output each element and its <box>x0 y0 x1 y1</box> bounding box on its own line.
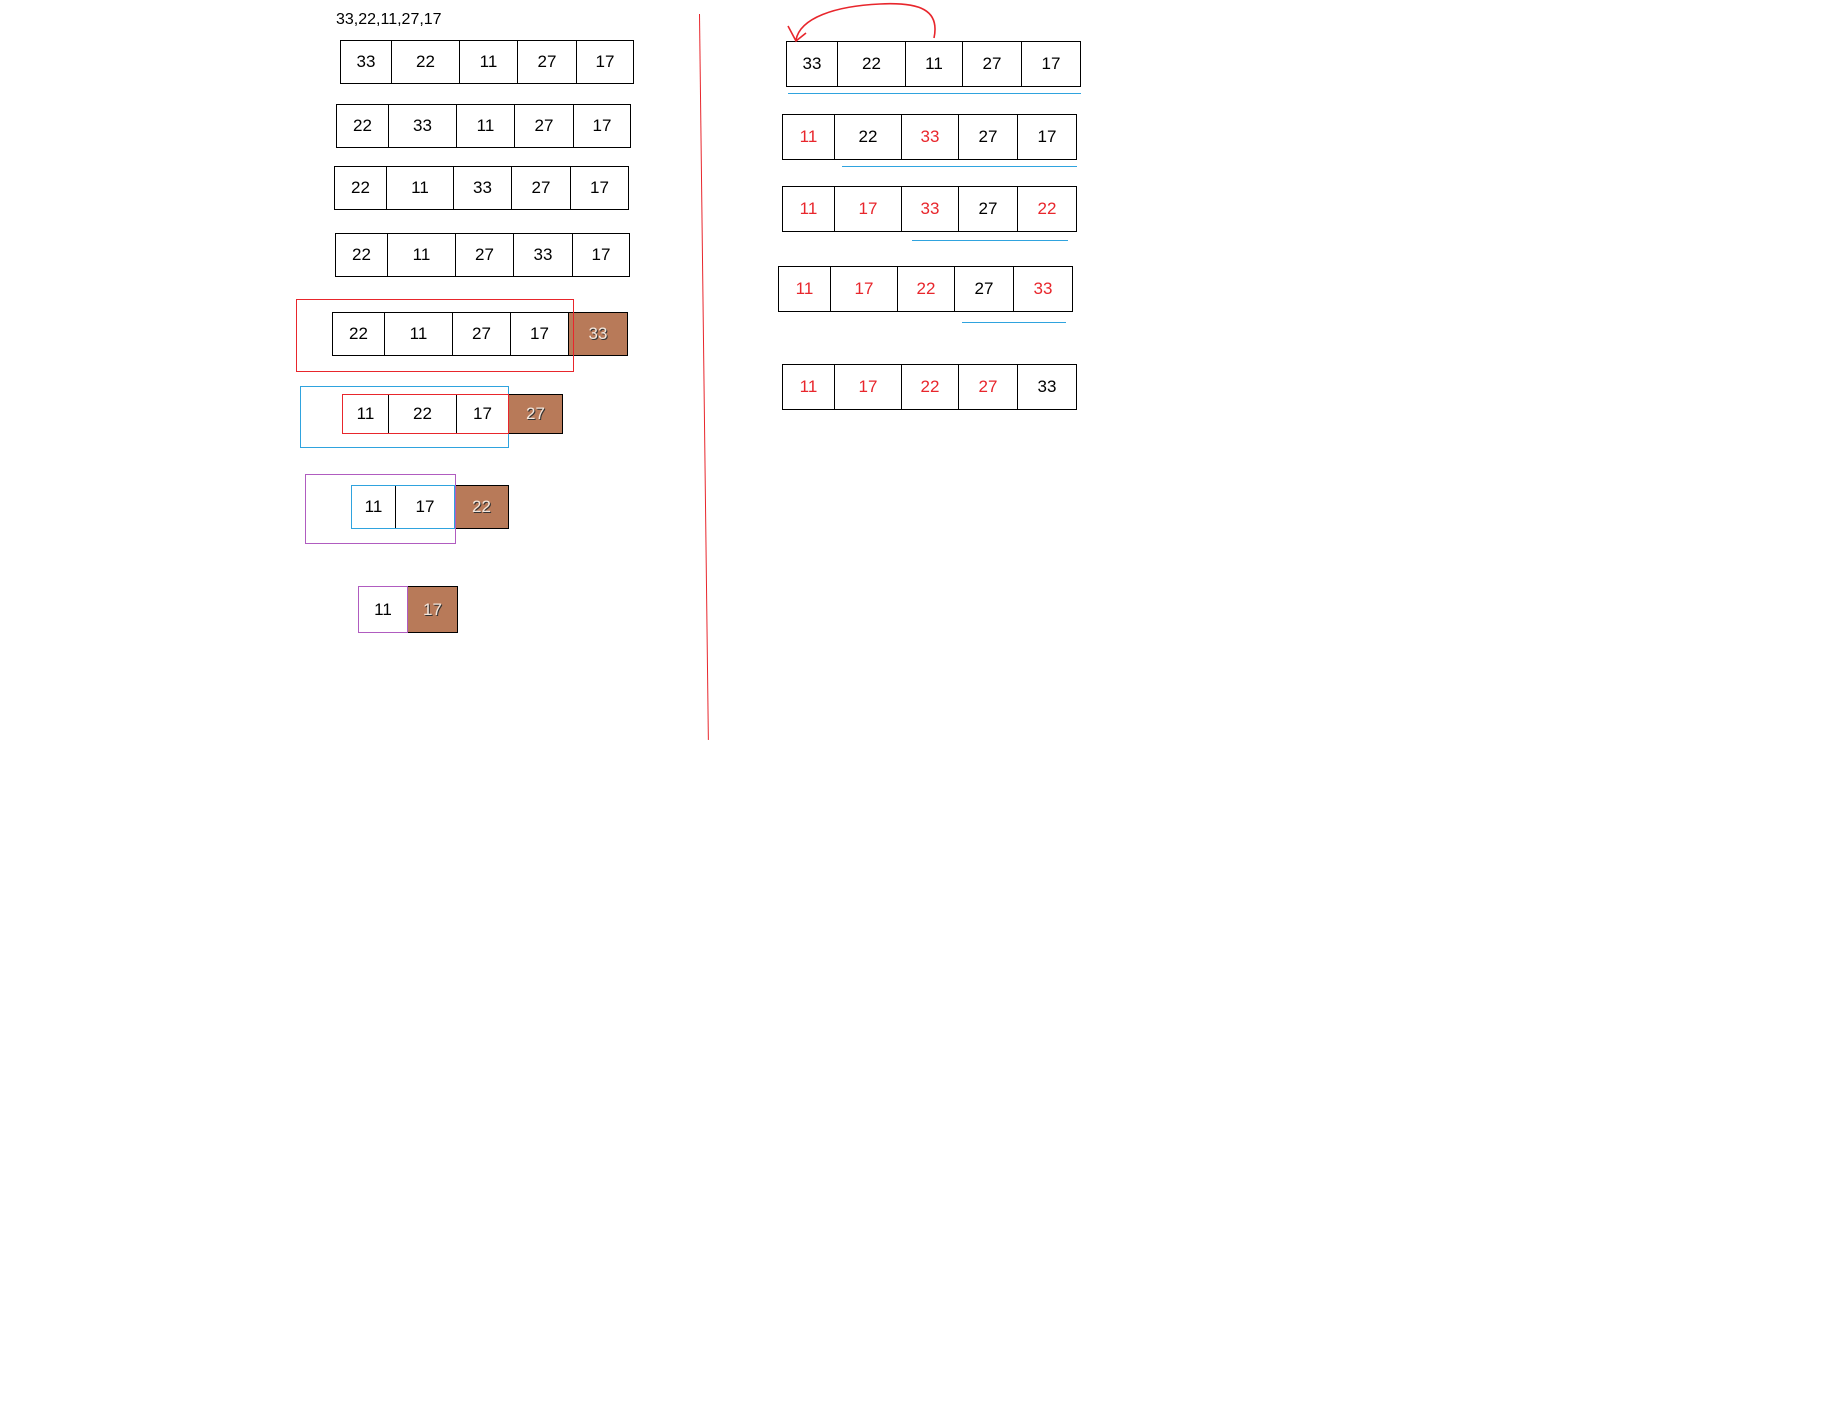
swap-arrow-icon <box>787 2 936 43</box>
sorting-diagram-canvas: 33,22,11,27,17 33 22 11 27 17 22 33 11 27 17 22 11 3… <box>0 0 1828 1420</box>
